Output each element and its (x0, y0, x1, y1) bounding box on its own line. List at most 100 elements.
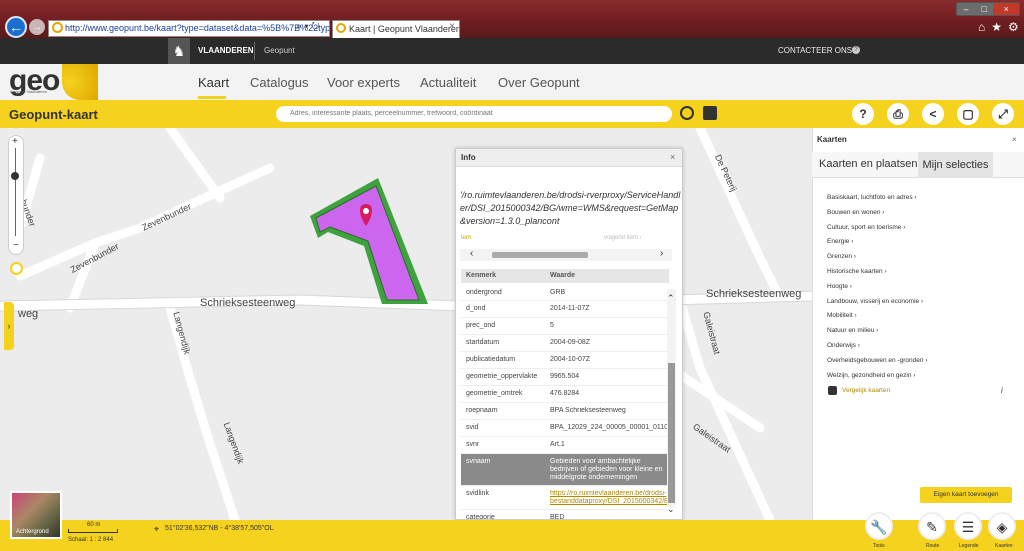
nav-item-catalogus[interactable]: Catalogus (250, 75, 309, 90)
row-key: geometrie_oppervlakte (466, 373, 538, 380)
row-value: 2004-09-08Z (550, 339, 591, 346)
expand-panel-chevron-icon[interactable]: › (4, 302, 14, 350)
map-roads (0, 128, 812, 520)
vlaanderen-lion-icon[interactable]: ♞ (168, 38, 190, 64)
divider (254, 42, 255, 60)
address-bar[interactable]: http://www.geopunt.be/kaart?type=dataset… (48, 20, 330, 37)
nav-item-over-geopunt[interactable]: Over Geopunt (498, 75, 580, 90)
row-value: GRB (550, 289, 566, 296)
row-key: geometrie_omtrek (466, 390, 523, 397)
map-category-item[interactable]: Welzijn, gezondheid en gezin › (827, 372, 915, 379)
scale-bar (68, 529, 118, 533)
next-item-link[interactable]: volgend item › (604, 235, 642, 241)
info-icon[interactable]: i (1001, 386, 1003, 395)
geopunt-link[interactable]: Geopunt (264, 46, 295, 55)
maximize-icon[interactable]: □ (975, 3, 994, 15)
zoom-slider[interactable] (8, 135, 24, 255)
background-label: Achtergrond (16, 529, 49, 535)
back-arrow-icon[interactable]: ← (5, 16, 27, 38)
tools-icon[interactable]: 🔧 (865, 512, 893, 540)
map-category-item[interactable]: Hoogte › (827, 283, 852, 290)
calculator-icon[interactable] (703, 106, 717, 120)
row-key: svidlink (466, 490, 489, 497)
site-favicon-icon (52, 22, 63, 33)
info-layer-url: '/ro.ruimtevlaanderen.be/drodsi-rverprox… (460, 190, 681, 226)
coordinates-readout: 51°02'36,532"NB - 4°38'57,505"OL (165, 525, 274, 532)
contact-help-icon[interactable]: ? (852, 46, 860, 54)
compass-icon[interactable] (10, 262, 23, 275)
route-icon[interactable]: ✎ (918, 512, 946, 540)
column-header-waarde: Waarde (550, 272, 576, 279)
forward-arrow-icon[interactable]: → (29, 19, 45, 35)
nav-item-voor-experts[interactable]: Voor experts (327, 75, 400, 90)
browser-tab[interactable]: Kaart | Geopunt Vlaanderen (332, 20, 460, 38)
map-category-item[interactable]: Landbouw, visserij en economie › (827, 298, 923, 305)
scroll-up-icon[interactable]: ⌃ (667, 293, 675, 304)
row-value: 2004-10-07Z (550, 356, 591, 363)
map-category-item[interactable]: Basiskaart, luchtfoto en adres › (827, 194, 917, 201)
scroll-left-icon[interactable]: ‹ (470, 248, 473, 259)
compare-maps-link[interactable]: Vergelijk kaarten (842, 387, 890, 394)
legend-label: Legende (959, 543, 979, 549)
kaarten-close-icon[interactable]: × (1012, 135, 1017, 144)
tab-mijn-selecties[interactable]: Mijn selecties (918, 152, 993, 178)
info-close-icon[interactable]: × (670, 152, 675, 162)
window-controls: – □ × (956, 2, 1020, 16)
map-category-item[interactable]: Cultuur, sport en toerisme › (827, 224, 905, 231)
map-category-item[interactable]: Mobiliteit › (827, 312, 857, 319)
minimize-icon[interactable]: – (957, 3, 976, 15)
map-category-item[interactable]: Onderwijs › (827, 342, 860, 349)
close-window-icon[interactable]: × (993, 3, 1019, 15)
row-link[interactable]: https://ro.ruimtevlaanderen.be/drodsi-be… (550, 490, 670, 506)
legend-icon[interactable]: ☰ (954, 512, 982, 540)
layers-icon[interactable]: ◈ (988, 512, 1016, 540)
scroll-down-icon[interactable]: ⌄ (667, 504, 675, 515)
horizontal-scroll-thumb[interactable] (492, 252, 588, 258)
map-category-item[interactable]: Energie › (827, 238, 853, 245)
table-row: svidlink https://ro.ruimtevlaanderen.be/d… (461, 486, 670, 510)
map-category-item[interactable]: Natuur en milieu › (827, 327, 878, 334)
help-icon[interactable]: ? (852, 103, 874, 125)
home-star-gear-icons[interactable]: ⌂★⚙ (978, 20, 1024, 34)
row-key: svnr (466, 441, 480, 448)
address-search-refresh-icon[interactable]: ⌕ ▾ ↻ (296, 21, 320, 32)
map-category-item[interactable]: Grenzen › (827, 253, 856, 260)
vlaanderen-label[interactable]: VLAANDEREN (198, 46, 254, 55)
tools-label: Tools (873, 543, 885, 549)
previous-item-link[interactable]: tern (461, 235, 471, 241)
map-category-item[interactable]: Bouwen en wonen › (827, 209, 884, 216)
share-icon[interactable]: < (922, 103, 944, 125)
map-category-item[interactable]: Historische kaarten › (827, 268, 887, 275)
road-label: weg (18, 308, 39, 320)
table-row: svnr Art.1 (461, 437, 669, 454)
compare-maps-icon[interactable] (828, 386, 837, 395)
active-nav-indicator (198, 96, 226, 99)
zoom-out-button[interactable]: − (13, 240, 19, 251)
print-icon[interactable]: ⎙ (887, 103, 909, 125)
tab-favicon-icon (336, 23, 346, 33)
nav-item-kaart[interactable]: Kaart (198, 75, 229, 90)
search-input[interactable] (276, 106, 672, 122)
map-canvas[interactable]: Schrieksesteenweg Schrieksesteenweg weg … (0, 128, 812, 520)
table-row: publicatiedatum 2004-10-07Z (461, 352, 669, 369)
row-key: d_ond (466, 305, 486, 312)
row-value: 476.8284 (550, 390, 580, 397)
zoom-handle[interactable] (11, 172, 19, 180)
table-row: svnaam Gebieden voor ambachtelijke bedrij… (461, 454, 669, 486)
tab-kaarten-en-plaatsen[interactable]: Kaarten en plaatsen (819, 158, 917, 170)
row-value: 2014-11-07Z (550, 305, 590, 312)
vertical-scroll-thumb[interactable] (668, 363, 675, 503)
nav-item-actualiteit[interactable]: Actualiteit (420, 75, 476, 90)
kaarten-panel (812, 128, 1024, 520)
search-icon[interactable] (680, 106, 694, 120)
contact-link[interactable]: CONTACTEER ONS (778, 46, 852, 55)
scroll-right-icon[interactable]: › (660, 248, 663, 259)
bookmark-icon[interactable]: ▢ (957, 103, 979, 125)
map-category-item[interactable]: Overheidsgebouwen en -gronden › (827, 357, 927, 364)
row-key: ondergrond (466, 289, 502, 296)
table-row: startdatum 2004-09-08Z (461, 335, 669, 352)
add-own-map-button[interactable]: Eigen kaart toevoegen (920, 487, 1012, 503)
fullscreen-icon[interactable]: ⤢ (992, 103, 1014, 125)
tab-close-icon[interactable]: × (449, 21, 455, 32)
zoom-in-button[interactable]: + (12, 136, 18, 147)
